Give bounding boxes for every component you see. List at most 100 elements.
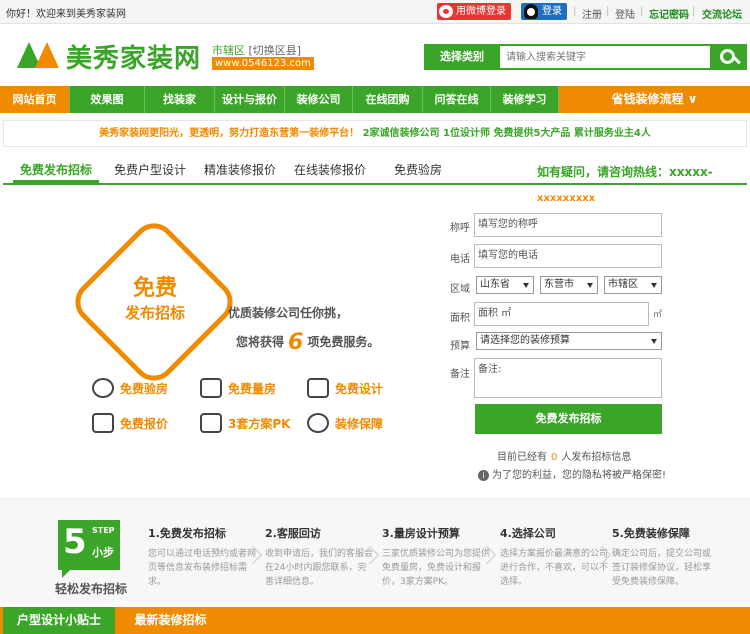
five-steps-badge: 5 STEP 小步: [58, 520, 120, 578]
welcome-text: 你好！欢迎来到美秀家装网: [6, 9, 126, 20]
nav-effects[interactable]: 效果图: [70, 86, 145, 113]
weibo-login-button[interactable]: 用微博登录: [437, 3, 511, 20]
step-desc: 您可以通过电话预约或者网页等信息发布装修招标需求。: [148, 549, 257, 587]
city-selector[interactable]: 市辖区 [切换区县]: [212, 42, 301, 58]
nav-design-quote[interactable]: 设计与报价: [215, 86, 285, 113]
document-icon: [92, 413, 114, 433]
promo-post: 项免费服务。: [307, 335, 380, 349]
nav-qa[interactable]: 问答在线: [423, 86, 491, 113]
step-title: 2.客服回访: [265, 527, 321, 540]
badge-number: 5: [63, 522, 87, 562]
nav-find-home[interactable]: 找装家: [145, 86, 215, 113]
steps-caption: 轻松发布招标: [55, 582, 128, 596]
login-link[interactable]: 登陆: [615, 6, 635, 21]
hotline-label: 如有疑问，请咨询热线：xxxxx-: [537, 165, 713, 179]
tab-latest-tenders[interactable]: 最新装修招标: [118, 607, 223, 634]
badge-line1: 免费: [132, 276, 177, 301]
step-desc: 确定公司后，提交公司或签订装修保协议，轻松享受免费装修保障。: [612, 549, 712, 587]
budget-label: 预算: [450, 341, 470, 352]
service-label: 装修保障: [335, 416, 384, 431]
nav-companies[interactable]: 装修公司: [285, 86, 353, 113]
province-select[interactable]: 山东省: [476, 276, 534, 294]
logo-icon[interactable]: [17, 38, 62, 68]
count-post: 人发布招标信息: [561, 452, 632, 463]
domain-label: www.0546123.com: [212, 57, 314, 70]
plan-pk-icon: [200, 413, 222, 433]
nav-learning[interactable]: 装修学习: [491, 86, 559, 113]
phone-field[interactable]: 填写您的电话: [474, 244, 662, 268]
service-design: 免费设计: [307, 378, 383, 398]
stats-banner: 美秀家装网更阳光，更透明，努力打造东营第一装修平台！ 2家诚信装修公司 1位设计…: [3, 120, 747, 147]
budget-select[interactable]: 请选择您的装修预算: [476, 332, 662, 350]
tab-online-quote[interactable]: 在线装修报价: [294, 157, 366, 183]
main-nav: 网站首页 效果图 找装家 设计与报价 装修公司 在线团购 问答在线 装修学习 省…: [0, 86, 750, 113]
privacy-note: i 为了您的利益，您的隐私将被严格保密!: [478, 466, 666, 481]
banner-stats: 2家诚信装修公司 1位设计师 免费提供5大产品 累计服务业主4人: [362, 128, 651, 139]
qq-icon: [524, 4, 538, 19]
badge-line2: 发布招标: [124, 304, 185, 322]
note-textarea[interactable]: 备注:: [474, 358, 662, 398]
service-inspection: 免费验房: [92, 378, 168, 398]
search-input[interactable]: [500, 46, 710, 68]
qq-login-button[interactable]: 登录: [521, 3, 567, 20]
step-item: 3.量房设计预算 三家优质装修公司为您提供免费量房，免费设计和报价，3家方案PK。: [382, 525, 492, 589]
privacy-text: 为了您的利益，您的隐私将被严格保密!: [492, 470, 667, 481]
count-number: 0: [551, 452, 558, 463]
area-field[interactable]: 面积 ㎡: [474, 302, 649, 326]
forum-link[interactable]: 交流论坛: [702, 6, 742, 21]
service-measure: 免费量房: [200, 378, 276, 398]
info-icon: i: [478, 470, 489, 481]
nav-home[interactable]: 网站首页: [0, 86, 70, 113]
register-link[interactable]: 注册: [582, 6, 602, 21]
name-label: 称呼: [450, 223, 470, 234]
forgot-password-link[interactable]: 忘记密码: [649, 6, 689, 21]
tab-floorplan-tips[interactable]: 户型设计小贴士: [3, 607, 115, 634]
phone-label: 电话: [450, 254, 470, 265]
tab-floorplan-design[interactable]: 免费户型设计: [114, 157, 186, 183]
service-label: 3套方案PK: [228, 416, 291, 431]
search-category-select[interactable]: 选择类别: [426, 46, 498, 68]
nav-saving-flow[interactable]: 省钱装修流程 ∨: [559, 86, 750, 113]
step-title: 3.量房设计预算: [382, 527, 460, 540]
promo-line1: 优质装修公司任你挑，: [228, 306, 349, 320]
step-arrow: [483, 542, 497, 568]
search-icon[interactable]: [710, 46, 747, 68]
region-label: 区域: [450, 284, 470, 295]
weibo-icon: [439, 5, 453, 18]
city-select[interactable]: 东营市: [540, 276, 598, 294]
service-label: 免费验房: [120, 381, 169, 396]
step-arrow: [366, 542, 380, 568]
tab-accurate-quote[interactable]: 精准装修报价: [204, 157, 276, 183]
tender-count: 目前已经有 0 人发布招标信息: [497, 448, 631, 463]
service-pk: 3套方案PK: [200, 413, 290, 433]
separator: |: [640, 6, 644, 17]
site-name[interactable]: 美秀家装网: [66, 38, 201, 75]
tab-free-tender[interactable]: 免费发布招标: [13, 157, 99, 183]
step-title: 1.免费发布招标: [148, 527, 226, 540]
area-unit: ㎡: [653, 310, 663, 320]
badge-small-steps: 小步: [92, 546, 114, 559]
submit-tender-button[interactable]: 免费发布招标: [475, 404, 662, 434]
banner-slogan: 美秀家装网更阳光，更透明，努力打造东营第一装修平台！: [99, 128, 360, 139]
district-select[interactable]: 市辖区: [604, 276, 662, 294]
step-item: 2.客服回访 收到申请后，我们的客服会在24小时内跟您联系，完善详细信息。: [265, 525, 375, 589]
separator: |: [573, 6, 577, 17]
step-item: 5.免费装修保障确定公司后，提交公司或签订装修保协议，轻松享受免费装修保障。: [612, 525, 718, 589]
service-label: 免费报价: [120, 416, 169, 431]
area-label: 面积: [450, 313, 470, 324]
separator: |: [606, 6, 610, 17]
promo-number: 6: [288, 330, 304, 355]
name-field[interactable]: 填写您的称呼: [474, 213, 662, 237]
service-label: 免费量房: [228, 381, 277, 396]
step-arrow: [598, 542, 612, 568]
shield-icon: [307, 413, 329, 433]
promo-line2: 您将获得 6 项免费服务。: [236, 330, 379, 355]
service-guarantee: 装修保障: [307, 413, 383, 433]
step-title: 5.免费装修保障: [612, 527, 690, 540]
switch-city-link[interactable]: [切换区县]: [249, 44, 302, 57]
step-item: 4.选择公司 选择方案报价最满意的公司进行合作，不喜欢，可以不选择。: [500, 525, 610, 589]
tab-free-inspection[interactable]: 免费验房: [394, 157, 442, 183]
nav-group-buy[interactable]: 在线团购: [353, 86, 423, 113]
free-badge: 免费 发布招标: [110, 275, 200, 323]
hotline-number: xxxxxxxxx: [537, 193, 596, 204]
